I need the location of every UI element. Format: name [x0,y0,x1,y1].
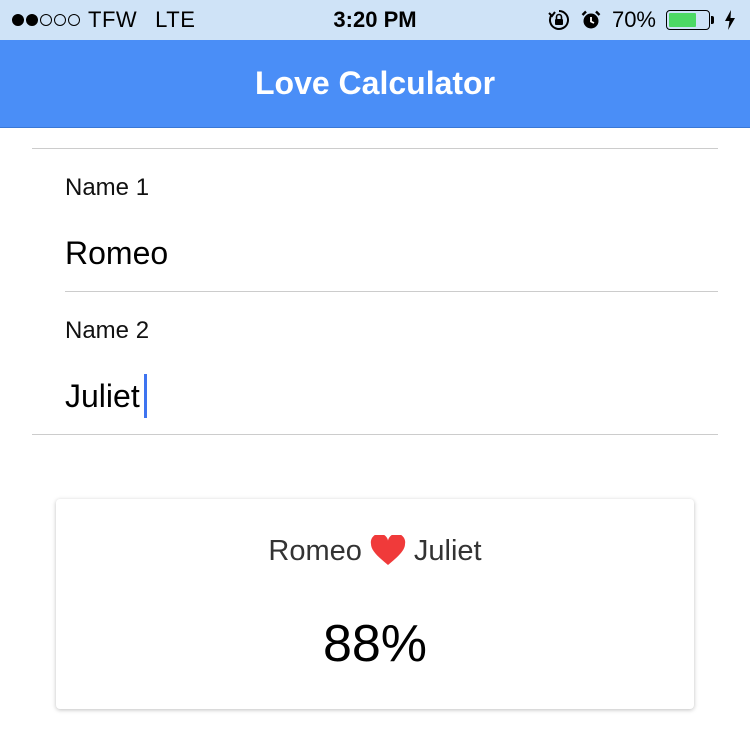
love-percentage: 88% [322,615,428,673]
navigation-bar: Love Calculator [0,40,750,128]
name2-label: Name 2 [65,317,150,344]
battery-level [669,13,696,27]
field-divider [65,291,718,292]
form-top-divider [32,148,718,149]
name1-input[interactable] [65,227,705,279]
orientation-lock-icon [548,9,570,31]
heart-icon [370,535,406,567]
name1-label: Name 1 [65,174,150,201]
name2-input[interactable] [65,370,705,422]
result-card: Romeo Juliet 88% [56,499,694,709]
form-bottom-divider [32,434,718,435]
alarm-icon [580,9,602,31]
result-name2: Juliet [413,534,482,567]
status-bar: TFW LTE 3:20 PM 70% [0,0,750,40]
text-cursor [144,374,147,418]
page-title: Love Calculator [254,65,496,101]
result-name1: Romeo [268,534,362,567]
battery-percentage: 70% [611,7,656,32]
couple-names: Romeo Juliet [56,529,694,573]
battery-icon [666,10,714,30]
charging-icon [724,9,736,31]
status-right: 70% [548,0,736,40]
